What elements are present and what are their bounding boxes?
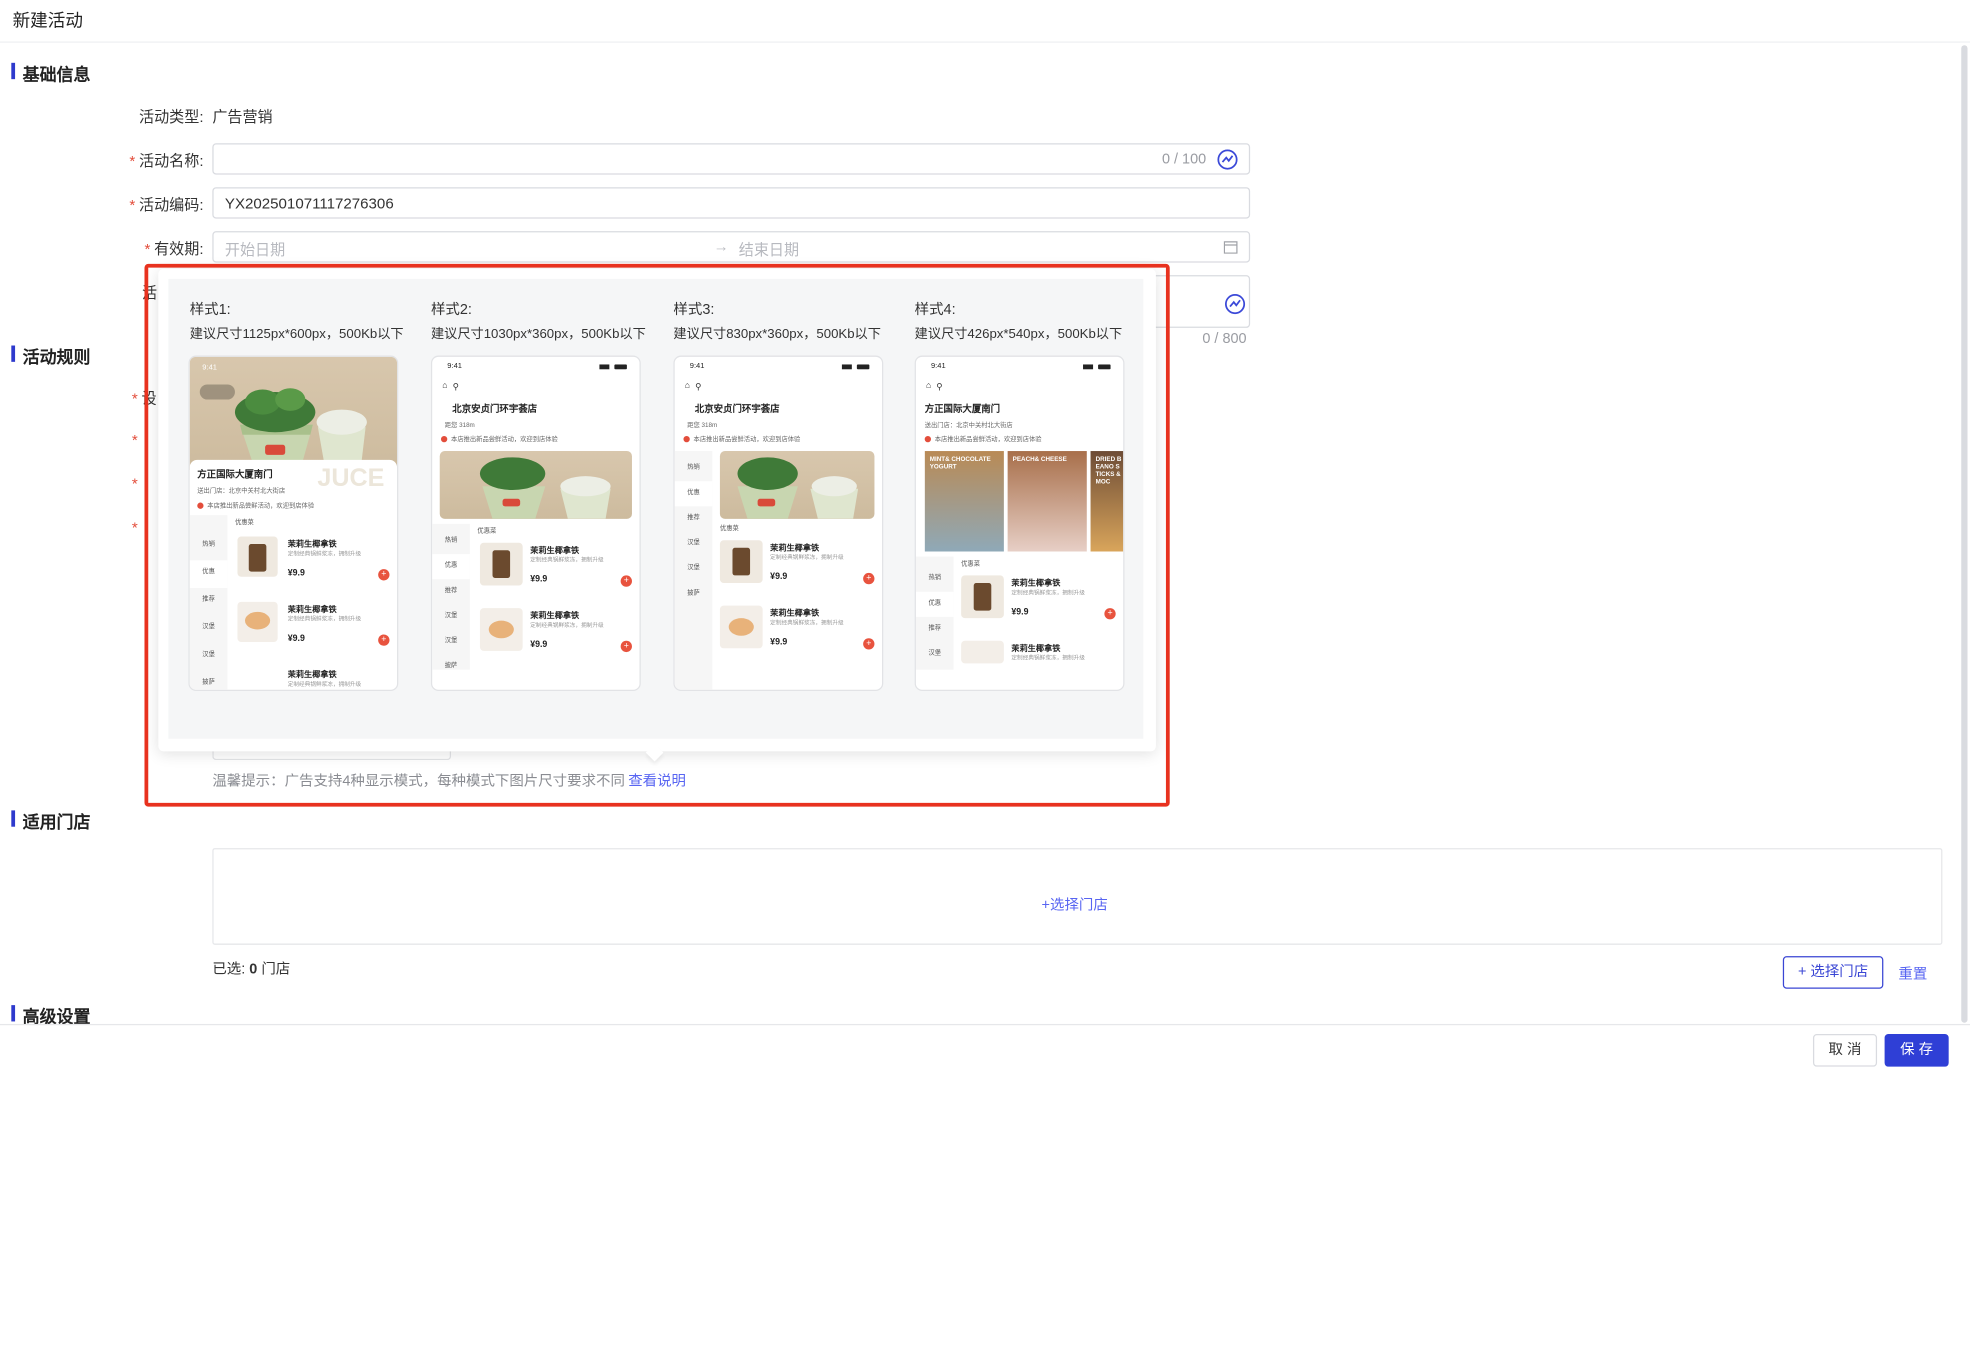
required-mark: * [131,518,138,537]
validity-date-range[interactable]: 开始日期 → 结束日期 [212,231,1251,263]
end-date-placeholder[interactable]: 结束日期 [739,239,799,260]
section-title-basic: 基础信息 [11,60,90,85]
scrollbar-thumb[interactable] [1961,45,1968,1023]
select-store-button[interactable]: + 选择门店 [1782,956,1884,989]
start-date-placeholder[interactable]: 开始日期 [225,239,285,260]
footer-bar: 取 消 保 存 [0,1023,1970,1076]
activity-code-label: * 活动编码: [129,195,204,214]
save-button[interactable]: 保 存 [1884,1034,1949,1067]
name-char-counter: 0 / 100 [1161,152,1207,168]
activity-type-label: 活动类型: [139,108,204,126]
selected-store-count: 已选: 0 门店 [212,962,291,978]
validity-label: * 有效期: [144,239,204,258]
description-char-counter: 0 / 800 [1202,331,1247,347]
page-root: 新建活动 基础信息 活动类型: 广告营销 * 活动名称: 0 / 100 * 活动编… [0,0,1970,1076]
section-title-rules: 活动规则 [11,343,90,368]
activity-type-value: 广告营销 [212,108,273,126]
select-store-link[interactable]: +选择门店 [1042,895,1108,915]
ai-assist-icon[interactable] [1216,148,1239,171]
reset-link[interactable]: 重置 [1898,964,1927,984]
ai-assist-icon[interactable] [1224,293,1247,316]
range-arrow-icon: → [713,237,729,256]
divider [0,41,1970,43]
activity-code-input[interactable]: YX202501071117276306 [212,187,1251,219]
calendar-icon[interactable] [1223,240,1238,254]
required-mark: * [131,474,138,493]
activity-name-input[interactable]: 0 / 100 [212,143,1251,175]
cancel-button[interactable]: 取 消 [1812,1034,1878,1067]
store-select-area[interactable]: +选择门店 [212,848,1943,945]
required-mark: * [131,430,138,449]
highlight-box [144,263,1170,807]
activity-code-value: YX202501071117276306 [224,194,394,213]
activity-name-label: * 活动名称: [129,152,204,170]
page-title: 新建活动 [12,10,83,31]
section-title-stores: 适用门店 [11,808,90,833]
